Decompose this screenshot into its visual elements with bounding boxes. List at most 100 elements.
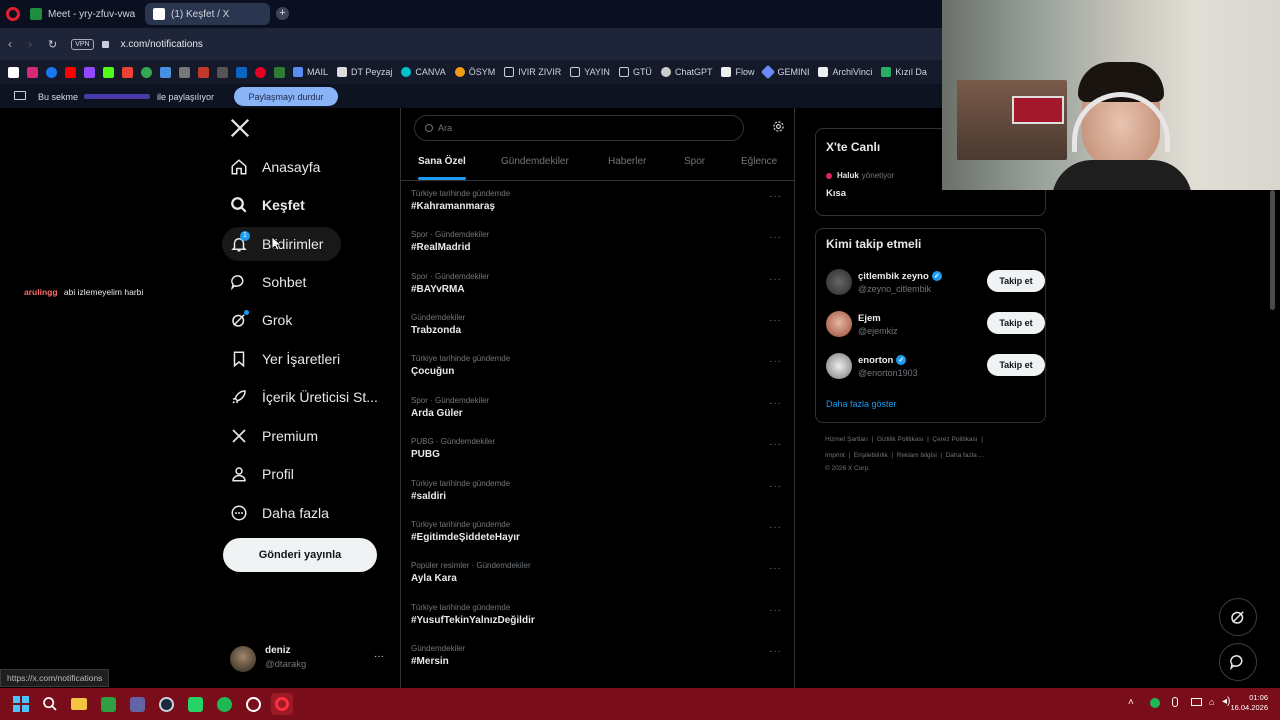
tab-entertainment[interactable]: Eğlence (741, 156, 777, 167)
nav-bookmarks[interactable]: Yer İşaretleri (222, 342, 348, 376)
footer-link[interactable]: Erişilebilirlik (854, 452, 888, 459)
footer-link[interactable]: Çerez Politikası (932, 436, 977, 443)
footer-link[interactable]: Daha fazla ... (946, 452, 984, 459)
linkedin-bookmark-icon[interactable] (236, 66, 247, 78)
more-icon[interactable]: ··· (769, 232, 782, 243)
opera-logo-icon[interactable] (6, 7, 20, 21)
nav-chat[interactable]: Sohbet (222, 265, 314, 299)
bookmark-archivinci[interactable]: ArchiVinci (818, 67, 872, 77)
nav-premium[interactable]: Premium (222, 419, 326, 453)
footer-link[interactable]: Reklam bilgisi (897, 452, 937, 459)
youtube-bookmark-icon[interactable] (65, 66, 76, 78)
bookmark-ivir-zivir[interactable]: IVIR ZIVIR (504, 67, 561, 77)
teams-icon[interactable] (126, 693, 148, 715)
tool2-bookmark-icon[interactable] (217, 66, 228, 78)
account-more-icon[interactable]: ··· (374, 651, 384, 662)
bookmark-dt-peyzaj[interactable]: DT Peyzaj (337, 67, 392, 77)
more-icon[interactable]: ··· (769, 356, 782, 367)
monitor-icon[interactable] (1191, 698, 1202, 706)
maps-bookmark-icon[interactable] (141, 66, 152, 78)
post-button[interactable]: Gönderi yayınla (223, 538, 377, 572)
messages-float-button[interactable] (1219, 643, 1257, 681)
trend-item[interactable]: Türkiye tarihinde gündemde Çocuğun ··· (411, 354, 786, 394)
nav-creator-studio[interactable]: İçerik Üreticisi St... (222, 380, 386, 414)
show-more-link[interactable]: Daha fazla göster (826, 399, 897, 409)
trend-item[interactable]: Spor · Gündemdekiler Arda Güler ··· (411, 396, 786, 436)
follow-button[interactable]: Takip et (987, 312, 1045, 334)
xbox-app-icon[interactable] (97, 693, 119, 715)
network-icon[interactable]: ⌂ (1209, 697, 1214, 707)
url-field[interactable]: x.com/notifications (121, 39, 203, 50)
more-icon[interactable]: ··· (769, 563, 782, 574)
reload-icon[interactable]: ↻ (48, 38, 57, 51)
trend-item[interactable]: Türkiye tarihinde gündemde #Kahramanmaraş… (411, 189, 786, 229)
tab-news[interactable]: Haberler (608, 156, 646, 167)
follow-suggestion[interactable]: Ejem @ejemkiz Takip et (826, 307, 1045, 341)
footer-link[interactable]: Gizlilik Politikası (877, 436, 924, 443)
whatsapp-icon[interactable] (242, 693, 264, 715)
facebook-bookmark-icon[interactable] (46, 66, 57, 78)
tab-trending[interactable]: Gündemdekiler (501, 156, 569, 167)
x-bookmark-icon[interactable] (8, 66, 19, 78)
file-explorer-icon[interactable] (68, 693, 90, 715)
forward-icon[interactable]: › (28, 37, 32, 51)
spotify-icon[interactable] (213, 693, 235, 715)
bookmark-gtu[interactable]: GTÜ (618, 67, 652, 77)
tab-sports[interactable]: Spor (684, 156, 705, 167)
x-logo-icon[interactable] (229, 117, 251, 139)
more-icon[interactable]: ··· (769, 315, 782, 326)
more-icon[interactable]: ··· (769, 605, 782, 616)
bookmark-mail[interactable]: MAIL (293, 67, 328, 77)
tray-chevron-icon[interactable]: ˄ (1128, 697, 1134, 708)
dollar-bookmark-icon[interactable] (160, 66, 171, 78)
whatsapp-business-icon[interactable] (184, 693, 206, 715)
instagram-bookmark-icon[interactable] (27, 66, 38, 78)
more-icon[interactable]: ··· (769, 646, 782, 657)
follow-suggestion[interactable]: enorton ✓ @enorton1903 Takip et (826, 349, 1045, 383)
trend-item[interactable]: Popüler resimler · Gündemdekiler Ayla Kar… (411, 561, 786, 601)
bookmark-kizil-da[interactable]: Kızıl Da (881, 67, 927, 77)
browser-tab-meet[interactable]: Meet - yry-zfuv-vwa (22, 3, 144, 25)
more-icon[interactable]: ··· (769, 522, 782, 533)
bookmark-gemini[interactable]: GEMINI (761, 64, 809, 80)
nav-more[interactable]: Daha fazla (222, 496, 337, 530)
gmail-bookmark-icon[interactable] (122, 66, 133, 78)
search-icon[interactable] (39, 693, 61, 715)
kick-bookmark-icon[interactable] (103, 66, 114, 78)
tool-bookmark-icon[interactable] (198, 66, 209, 78)
trend-item[interactable]: Gündemdekiler Trabzonda ··· (411, 313, 786, 353)
search-input[interactable]: Ara (414, 115, 744, 141)
tab-for-you[interactable]: Sana Özel (418, 156, 466, 167)
nav-home[interactable]: Anasayfa (222, 150, 328, 184)
clock[interactable]: 01:06 16.04.2026 (1228, 693, 1268, 713)
opera-taskbar-icon[interactable] (271, 693, 293, 715)
phone-bookmark-icon[interactable] (274, 66, 285, 78)
nav-profile[interactable]: Profil (222, 457, 302, 491)
tray-spotify-icon[interactable] (1150, 698, 1160, 708)
stop-sharing-button[interactable]: Paylaşmayı durdur (234, 87, 338, 106)
bookmark-osym[interactable]: ÖSYM (454, 67, 495, 77)
follow-button[interactable]: Takip et (987, 354, 1045, 376)
more-icon[interactable]: ··· (769, 481, 782, 492)
grok-float-button[interactable] (1219, 598, 1257, 636)
nav-grok[interactable]: Grok (222, 303, 300, 337)
back-icon[interactable]: ‹ (8, 37, 12, 51)
follow-suggestion[interactable]: çitlembik zeyno ✓ @zeyno_citlembik Takip … (826, 265, 1045, 299)
more-icon[interactable]: ··· (769, 191, 782, 202)
trend-item[interactable]: Türkiye tarihinde gündemde #EgitimdeŞidde… (411, 520, 786, 560)
follow-button[interactable]: Takip et (987, 270, 1045, 292)
bookmark-chatgpt[interactable]: ChatGPT (660, 67, 712, 77)
trend-item[interactable]: PUBG · Gündemdekiler PUBG ··· (411, 437, 786, 477)
new-tab-button[interactable]: + (276, 7, 289, 20)
footer-link[interactable]: Hizmet Şartları (825, 436, 868, 443)
link-bookmark-icon[interactable] (179, 66, 190, 78)
nav-explore[interactable]: Keşfet (222, 188, 313, 222)
browser-tab-x[interactable]: (1) Keşfet / X (145, 3, 270, 25)
microphone-icon[interactable] (1172, 697, 1178, 707)
pinterest-bookmark-icon[interactable] (255, 66, 266, 78)
page-scrollbar[interactable] (1270, 190, 1275, 310)
vpn-badge[interactable]: VPN (71, 38, 94, 50)
bookmark-yayin[interactable]: YAYIN (570, 67, 610, 77)
bookmark-canva[interactable]: CANVA (401, 67, 446, 77)
trend-item[interactable]: Türkiye tarihinde gündemde #YusufTekinYal… (411, 603, 786, 643)
